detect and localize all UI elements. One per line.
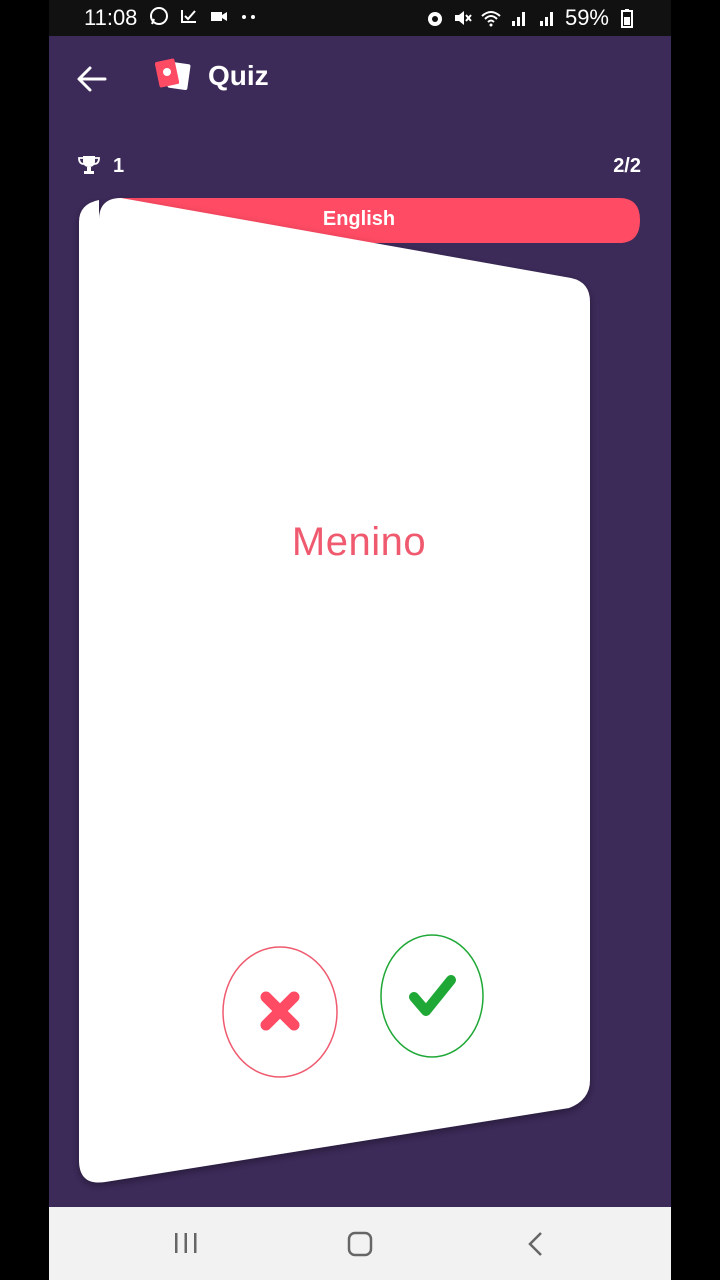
flashcard[interactable]	[49, 190, 671, 1200]
battery-percent: 59%	[564, 5, 609, 30]
wifi-icon	[481, 11, 501, 27]
whatsapp-icon	[150, 7, 168, 25]
video-icon	[211, 12, 227, 21]
quiz-word: Menino	[291, 520, 427, 564]
question-progress: 2/2	[613, 155, 641, 177]
system-nav-bar	[49, 1207, 671, 1280]
alarm-icon	[427, 12, 442, 26]
score-count: 1	[113, 155, 125, 177]
wrong-button[interactable]	[221, 945, 339, 1079]
status-time: 11:08	[84, 5, 138, 30]
trophy-icon	[78, 156, 100, 174]
app-screen: 11:08 59% Quiz 1 2/2 English Menino	[49, 0, 671, 1280]
signal-icon	[511, 12, 525, 26]
arrow-left-icon[interactable]	[75, 62, 109, 96]
cards-logo-icon	[155, 58, 191, 91]
home-icon[interactable]	[347, 1231, 373, 1257]
language-label: English	[322, 208, 396, 230]
dots-icon	[242, 15, 255, 19]
status-right-icons: 59%	[425, 5, 637, 31]
battery-icon	[621, 9, 633, 28]
page-title: Quiz	[208, 60, 269, 91]
signal-icon	[539, 12, 553, 26]
recents-icon[interactable]	[173, 1231, 199, 1255]
correct-button[interactable]	[379, 933, 485, 1059]
app-bar: Quiz	[49, 36, 671, 122]
status-left-icons	[149, 6, 259, 26]
status-bar: 11:08 59%	[49, 0, 671, 36]
back-nav-icon[interactable]	[526, 1230, 544, 1258]
check-icon	[181, 10, 196, 23]
mute-icon	[454, 11, 472, 25]
